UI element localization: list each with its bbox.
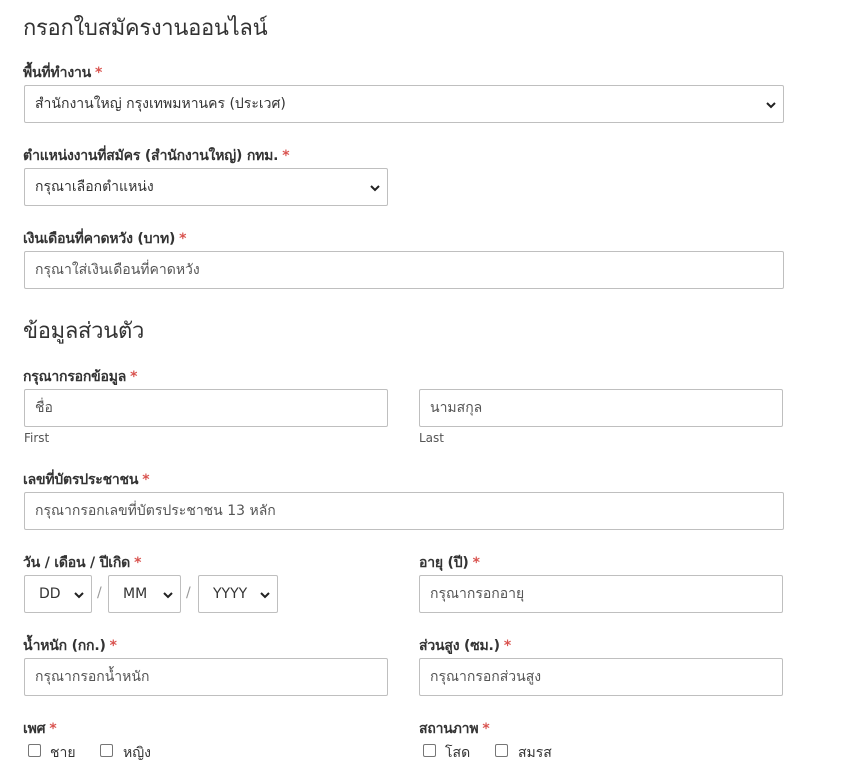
salary-input[interactable]: กรุณาใส่เงินเดือนที่คาดหวัง xyxy=(24,251,784,289)
area-select[interactable]: สำนักงานใหญ่ กรุงเทพมหานคร (ประเวศ) xyxy=(24,85,784,123)
id-card-input[interactable]: กรุณากรอกเลขที่บัตรประชาชน 13 หลัก xyxy=(24,492,784,530)
birth-day-select[interactable]: DD xyxy=(24,575,92,613)
gender-male-checkbox[interactable] xyxy=(28,744,41,757)
gender-label: เพศ * xyxy=(23,721,57,737)
salary-placeholder: กรุณาใส่เงินเดือนที่คาดหวัง xyxy=(35,262,200,278)
form-title: กรอกใบสมัครงานออนไลน์ xyxy=(23,16,268,41)
chevron-down-icon xyxy=(74,592,84,599)
area-label: พื้นที่ทำงาน * xyxy=(23,65,103,81)
salary-label: เงินเดือนที่คาดหวัง (บาท) * xyxy=(23,231,187,247)
age-input[interactable]: กรุณากรอกอายุ xyxy=(419,575,783,613)
required-mark: * xyxy=(482,721,490,737)
birth-date-label: วัน / เดือน / ปีเกิด * xyxy=(23,555,142,571)
gender-male-label: ชาย xyxy=(50,745,76,761)
last-name-sublabel: Last xyxy=(419,431,444,445)
height-input[interactable]: กรุณากรอกส่วนสูง xyxy=(419,658,783,696)
last-name-placeholder: นามสกุล xyxy=(430,400,483,416)
age-label: อายุ (ปี) * xyxy=(419,555,480,571)
required-mark: * xyxy=(95,65,103,81)
chevron-down-icon xyxy=(260,592,270,599)
weight-label: น้ำหนัก (กก.) * xyxy=(23,638,117,654)
position-label: ตำแหน่งงานที่สมัคร (สำนักงานใหญ่) กทม. * xyxy=(23,148,290,164)
area-select-value: สำนักงานใหญ่ กรุงเทพมหานคร (ประเวศ) xyxy=(35,96,286,112)
birth-month-value: MM xyxy=(123,586,148,602)
gender-female-checkbox[interactable] xyxy=(100,744,113,757)
id-card-label: เลขที่บัตรประชาชน * xyxy=(23,472,150,488)
required-mark: * xyxy=(503,638,512,654)
birth-month-select[interactable]: MM xyxy=(108,575,181,613)
height-placeholder: กรุณากรอกส่วนสูง xyxy=(430,669,542,685)
status-married-label: สมรส xyxy=(518,745,552,761)
weight-input[interactable]: กรุณากรอกน้ำหนัก xyxy=(24,658,388,696)
required-mark: * xyxy=(49,721,57,737)
status-single-label: โสด xyxy=(445,745,471,761)
personal-section-title: ข้อมูลส่วนตัว xyxy=(23,319,144,344)
name-label: กรุณากรอกข้อมูลกรุณากรอกข้อมูล* xyxy=(23,369,138,385)
position-select-value: กรุณาเลือกตำแหน่ง xyxy=(35,179,154,195)
birth-year-select[interactable]: YYYY xyxy=(198,575,278,613)
last-name-input[interactable]: นามสกุล xyxy=(419,389,783,427)
required-mark: * xyxy=(109,638,117,654)
height-label: ส่วนสูง (ซม.) * xyxy=(419,638,512,654)
first-name-placeholder: ชื่อ xyxy=(35,400,53,416)
required-mark: * xyxy=(142,472,150,488)
first-name-sublabel: First xyxy=(24,431,50,445)
age-placeholder: กรุณากรอกอายุ xyxy=(430,586,525,602)
application-form: กรอกใบสมัครงานออนไลน์ พื้นที่ทำงาน * สำนั… xyxy=(0,0,848,774)
date-separator: / xyxy=(186,585,191,601)
chevron-down-icon xyxy=(766,102,776,109)
chevron-down-icon xyxy=(370,185,380,192)
required-mark: * xyxy=(179,231,187,247)
first-name-input[interactable]: ชื่อ xyxy=(24,389,388,427)
position-select[interactable]: กรุณาเลือกตำแหน่ง xyxy=(24,168,388,206)
status-single-checkbox[interactable] xyxy=(423,744,436,757)
required-mark: * xyxy=(134,555,142,571)
gender-female-label: หญิง xyxy=(123,745,151,761)
marital-status-label: สถานภาพ * xyxy=(419,721,490,737)
required-mark: * xyxy=(282,148,290,164)
id-card-placeholder: กรุณากรอกเลขที่บัตรประชาชน 13 หลัก xyxy=(35,503,276,519)
birth-day-value: DD xyxy=(39,586,61,602)
required-mark: * xyxy=(472,555,480,571)
status-married-checkbox[interactable] xyxy=(495,744,508,757)
required-mark: * xyxy=(130,369,138,385)
chevron-down-icon xyxy=(163,592,173,599)
birth-year-value: YYYY xyxy=(213,586,248,602)
date-separator: / xyxy=(97,585,102,601)
weight-placeholder: กรุณากรอกน้ำหนัก xyxy=(35,669,150,685)
